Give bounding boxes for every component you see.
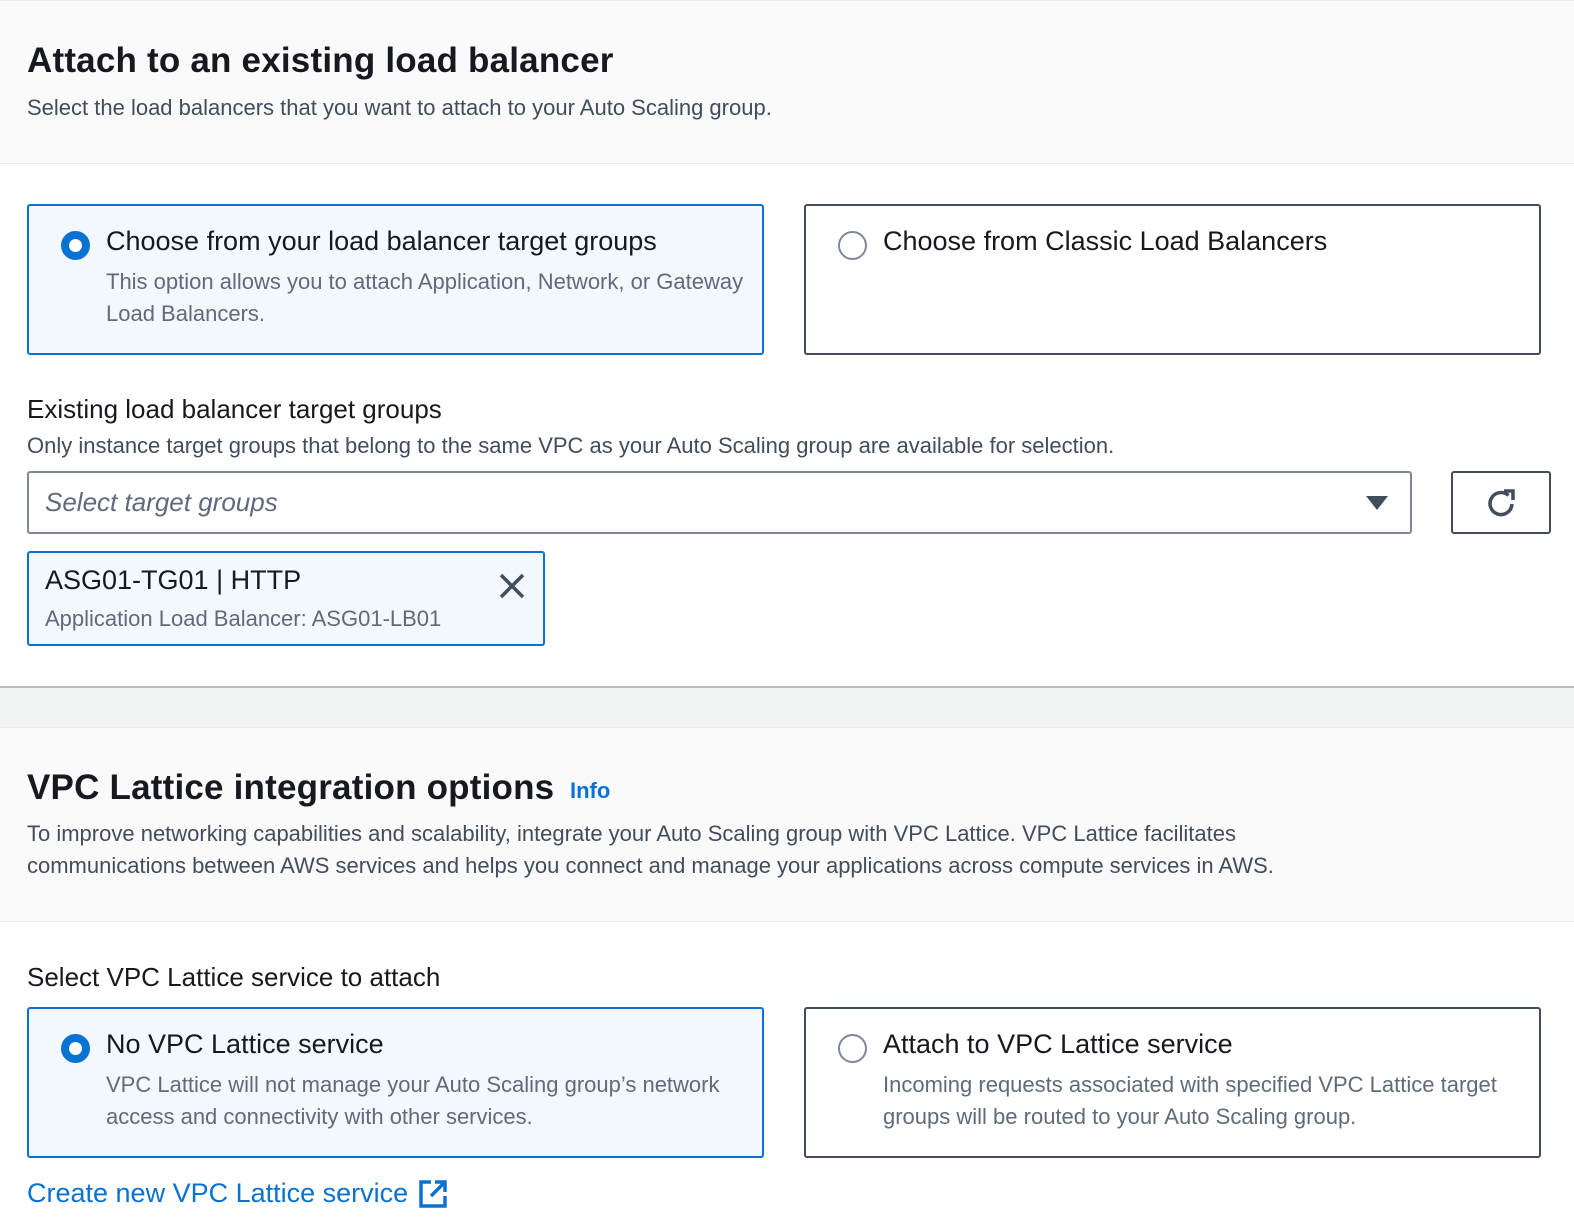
selected-target-group-token: ASG01-TG01 | HTTP Application Load Balan… (27, 551, 545, 646)
tile-no-vpc-lattice-description: VPC Lattice will not manage your Auto Sc… (106, 1072, 720, 1129)
radio-target-groups[interactable] (61, 231, 90, 260)
vpc-lattice-description-line2: communications between AWS services and … (27, 853, 1274, 878)
create-link-label: Create new VPC Lattice service (27, 1178, 409, 1208)
create-vpc-lattice-service-link[interactable]: Create new VPC Lattice service (27, 1178, 448, 1209)
target-groups-description: Only instance target groups that belong … (27, 433, 1115, 458)
tile-attach-vpc-lattice[interactable]: Attach to VPC Lattice service Incoming r… (804, 1007, 1541, 1158)
radio-no-vpc-lattice[interactable] (61, 1034, 90, 1063)
tile-classic-label: Choose from Classic Load Balancers (883, 226, 1328, 256)
caret-down-icon (1366, 496, 1388, 510)
tile-no-vpc-lattice[interactable]: No VPC Lattice service VPC Lattice will … (27, 1007, 764, 1158)
vpc-lattice-field-label: Select VPC Lattice service to attach (27, 962, 441, 992)
vpc-lattice-section-header: VPC Lattice integration options To impro… (0, 727, 1574, 922)
load-balancer-section-header: Attach to an existing load balancer Sele… (0, 0, 1574, 164)
token-subtitle: Application Load Balancer: ASG01-LB01 (45, 606, 442, 631)
target-groups-select[interactable]: Select target groups (27, 471, 1412, 534)
token-title: ASG01-TG01 | HTTP (45, 565, 302, 595)
tile-target-groups-label: Choose from your load balancer target gr… (106, 226, 657, 256)
vpc-lattice-section-title: VPC Lattice integration options (27, 768, 555, 807)
tile-no-vpc-lattice-label: No VPC Lattice service (106, 1029, 384, 1059)
load-balancer-section-title: Attach to an existing load balancer (27, 41, 614, 80)
tile-classic-load-balancers[interactable]: Choose from Classic Load Balancers (804, 204, 1541, 355)
refresh-button[interactable] (1451, 471, 1551, 534)
target-groups-placeholder: Select target groups (45, 487, 278, 517)
tile-target-groups[interactable]: Choose from your load balancer target gr… (27, 204, 764, 355)
close-icon[interactable] (495, 569, 529, 603)
info-link[interactable]: Info (570, 778, 610, 804)
section-divider (0, 686, 1574, 727)
radio-attach-vpc-lattice[interactable] (838, 1034, 867, 1063)
target-groups-label: Existing load balancer target groups (27, 394, 442, 424)
vpc-lattice-description-line1: To improve networking capabilities and s… (27, 821, 1236, 846)
refresh-icon (1488, 489, 1515, 517)
tile-attach-vpc-lattice-label: Attach to VPC Lattice service (883, 1029, 1233, 1059)
tile-target-groups-description: This option allows you to attach Applica… (106, 269, 744, 326)
external-link-icon (419, 1179, 447, 1208)
radio-classic-load-balancers[interactable] (838, 231, 867, 260)
tile-attach-vpc-lattice-description: Incoming requests associated with specif… (883, 1072, 1497, 1129)
load-balancer-section-description: Select the load balancers that you want … (27, 95, 772, 120)
